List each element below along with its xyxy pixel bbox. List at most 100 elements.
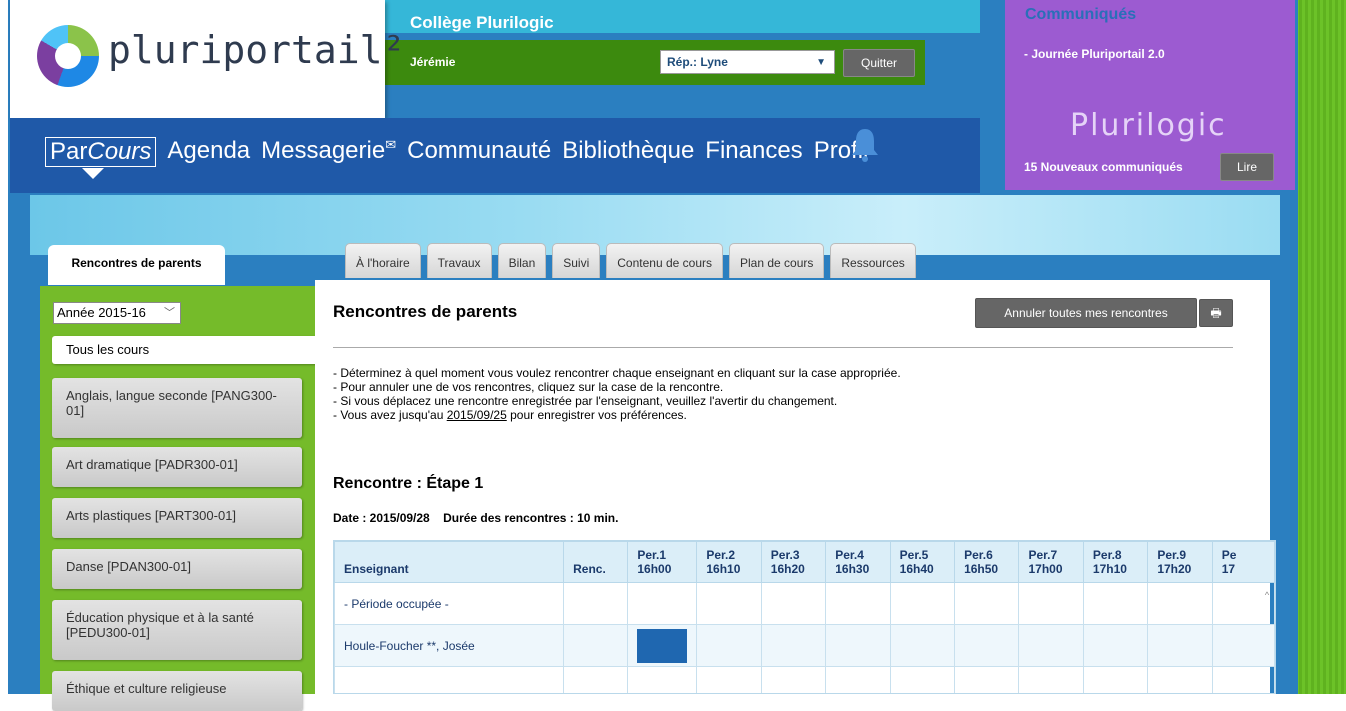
period-label: Pe	[1221, 548, 1237, 562]
sidebar-item-course[interactable]: Art dramatique [PADR300-01]	[52, 447, 302, 487]
slot-cell[interactable]	[1082, 624, 1149, 667]
instructions: - Déterminez à quel moment vous voulez r…	[333, 366, 901, 422]
user-name: Jérémie	[410, 55, 456, 69]
slot-cell[interactable]	[889, 582, 956, 625]
empty-cell	[563, 666, 629, 693]
period-label: Per.9	[1157, 548, 1187, 562]
renc-cell	[563, 582, 629, 625]
slot-cell[interactable]	[696, 582, 762, 625]
printer-icon: 🖶	[1210, 306, 1222, 320]
empty-cell	[889, 666, 956, 693]
nav-agenda[interactable]: Agenda	[167, 137, 250, 167]
read-button[interactable]: Lire	[1220, 153, 1274, 181]
slot-cell[interactable]	[696, 624, 762, 667]
slot-cell[interactable]	[1147, 582, 1213, 625]
tab-ressources[interactable]: Ressources	[830, 243, 916, 278]
notification-bell-icon[interactable]	[850, 125, 880, 165]
sidebar-item-course[interactable]: Éthique et culture religieuse	[52, 671, 302, 711]
booked-slot[interactable]	[637, 628, 688, 663]
col-renc: Renc.	[563, 541, 629, 583]
col-period: Per.9 17h20	[1147, 541, 1213, 583]
sidebar-item-course[interactable]: Éducation physique et à la santé [PEDU30…	[52, 600, 302, 660]
slot-cell[interactable]	[825, 582, 891, 625]
logo-area[interactable]: pluriportail²	[10, 0, 405, 118]
communique-item[interactable]: - Journée Pluriportail 2.0	[1024, 47, 1165, 61]
nav-finances[interactable]: Finances	[705, 137, 802, 167]
slot-cell[interactable]	[1018, 582, 1084, 625]
tab-travaux[interactable]: Travaux	[426, 243, 492, 278]
nav-parcours[interactable]: ParCours	[45, 137, 157, 167]
period-label: Per.2	[706, 548, 736, 562]
deadline-suffix: pour enregistrer vos préférences.	[506, 408, 687, 422]
period-label: Per.8	[1092, 548, 1122, 562]
slot-cell[interactable]	[627, 582, 698, 625]
sidebar-item-course[interactable]: Arts plastiques [PART300-01]	[52, 498, 302, 538]
slot-cell[interactable]	[825, 624, 891, 667]
meeting-grid: Enseignant Renc. Per.1 16h00 Per.2 16h10 Per…	[333, 540, 1276, 694]
tab-contenu[interactable]: Contenu de cours	[606, 243, 723, 278]
dropdown-arrow-icon: ▼	[816, 57, 826, 68]
cancel-all-button[interactable]: Annuler toutes mes rencontres	[975, 298, 1197, 328]
slot-cell[interactable]	[1082, 582, 1149, 625]
nav-bibliotheque[interactable]: Bibliothèque	[562, 137, 694, 167]
scroll-up-icon[interactable]: ^	[1260, 590, 1274, 604]
period-time: 16h30	[835, 562, 870, 576]
meeting-table: Enseignant Renc. Per.1 16h00 Per.2 16h10 Per…	[334, 541, 1275, 693]
chevron-down-icon: ﹀	[164, 307, 175, 319]
slot-cell[interactable]	[889, 624, 956, 667]
nav-messagerie-label: Messagerie	[261, 137, 386, 164]
slot-cell[interactable]	[1211, 624, 1275, 667]
main-nav: ParCours Agenda Messagerie✉ Communauté B…	[45, 137, 868, 167]
tab-plan[interactable]: Plan de cours	[729, 243, 825, 278]
table-row: Houle-Foucher **, Josée	[334, 624, 1275, 667]
teacher-cell: - Période occupée -	[334, 582, 565, 625]
sidebar-item-all-courses[interactable]: Tous les cours	[52, 336, 320, 364]
empty-cell	[627, 666, 698, 693]
slot-cell[interactable]	[1147, 624, 1213, 667]
instruction-line: - Pour annuler une de vos rencontres, cl…	[333, 380, 724, 394]
empty-cell	[760, 666, 827, 693]
table-row: - Période occupée -	[334, 582, 1275, 625]
period-label: Per.4	[835, 548, 864, 562]
rencontre-title: Rencontre : Étape 1	[333, 475, 484, 492]
year-select[interactable]: Année 2015-16 ﹀	[53, 302, 181, 324]
communiques-count: 15 Nouveaux communiqués	[1024, 160, 1183, 174]
nav-communaute[interactable]: Communauté	[407, 137, 551, 167]
logo-text: pluriportail²	[108, 28, 406, 72]
sidebar-item-course[interactable]: Anglais, langue seconde [PANG300-01]	[52, 378, 302, 438]
period-time: 16h00	[637, 562, 672, 576]
nav-messagerie[interactable]: Messagerie✉	[261, 137, 396, 167]
period-time: 16h10	[706, 562, 741, 576]
sidebar-item-course[interactable]: Danse [PDAN300-01]	[52, 549, 302, 589]
nav-parcours-cours: Cours	[87, 138, 152, 165]
slot-cell[interactable]	[1018, 624, 1084, 667]
empty-cell	[334, 666, 565, 693]
slot-cell[interactable]	[760, 624, 827, 667]
green-background	[1296, 0, 1346, 694]
tab-rencontres-parents[interactable]: Rencontres de parents	[48, 245, 225, 285]
print-button[interactable]: 🖶	[1199, 299, 1233, 327]
tab-bilan[interactable]: Bilan	[497, 243, 547, 278]
tab-horaire[interactable]: À l'horaire	[345, 243, 421, 278]
tab-suivi[interactable]: Suivi	[552, 243, 601, 278]
period-label: Per.1	[637, 548, 667, 562]
slot-cell[interactable]	[760, 582, 827, 625]
col-period: Pe 17	[1211, 541, 1275, 583]
col-period: Per.1 16h00	[627, 541, 698, 583]
slot-cell[interactable]	[954, 582, 1020, 625]
slot-cell[interactable]	[954, 624, 1020, 667]
teacher-cell: Houle-Foucher **, Josée	[334, 624, 565, 667]
slot-cell[interactable]	[627, 624, 698, 667]
period-time: 17	[1221, 562, 1236, 576]
empty-cell	[954, 666, 1020, 693]
respondent-select[interactable]: Rép.: Lyne ▼	[660, 50, 835, 74]
respondent-select-value: Rép.: Lyne	[667, 55, 728, 69]
period-time: 17h10	[1092, 562, 1127, 576]
period-label: Per.3	[770, 548, 800, 562]
period-label: Per.5	[899, 548, 929, 562]
period-time: 16h50	[964, 562, 999, 576]
nav-active-pointer	[82, 168, 104, 179]
quit-button[interactable]: Quitter	[843, 49, 915, 77]
instruction-line: - Si vous déplacez une rencontre enregis…	[333, 394, 838, 408]
pluriportail-logo-icon	[37, 25, 99, 87]
